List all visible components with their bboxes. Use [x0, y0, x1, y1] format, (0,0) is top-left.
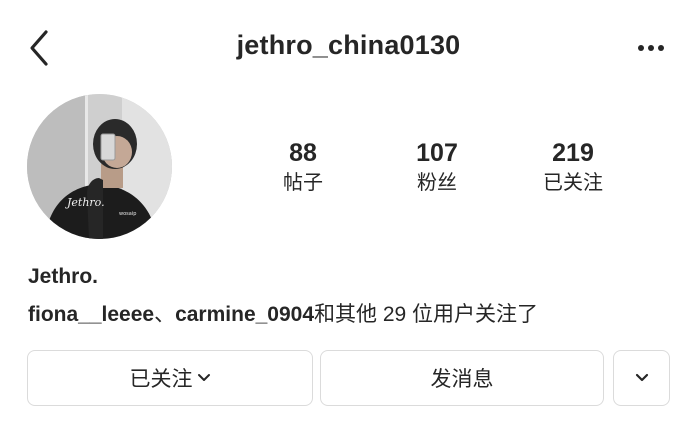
- following-stat[interactable]: 219 已关注: [518, 138, 628, 197]
- more-horizontal-icon: [638, 45, 644, 51]
- message-button-label: 发消息: [430, 368, 494, 391]
- following-button-label: 已关注: [129, 368, 193, 391]
- following-button[interactable]: 已关注: [27, 350, 313, 406]
- chevron-down-icon: [197, 374, 210, 381]
- chevron-down-icon: [635, 373, 648, 382]
- avatar-image: Jethro. wosaip: [27, 94, 172, 239]
- avatar-caption: Jethro.: [65, 196, 105, 209]
- more-options-button[interactable]: [631, 30, 671, 66]
- followed-by-user-2[interactable]: carmine_0904: [175, 303, 314, 326]
- bio-name: Jethro.: [28, 265, 99, 288]
- followed-by-user-1[interactable]: fiona__leeee: [28, 303, 154, 326]
- followed-by-separator: 、: [154, 303, 176, 326]
- followers-count: 107: [416, 139, 458, 167]
- svg-text:wosaip: wosaip: [119, 211, 136, 217]
- posts-count: 88: [289, 139, 317, 167]
- profile-stats: 88 帖子 107 粉丝 219 已关注: [238, 138, 658, 208]
- message-button[interactable]: 发消息: [320, 350, 604, 406]
- posts-label: 帖子: [283, 172, 323, 194]
- following-count: 219: [552, 139, 594, 167]
- avatar[interactable]: Jethro. wosaip: [27, 94, 172, 239]
- profile-username: jethro_china0130: [236, 30, 461, 60]
- suggested-accounts-button[interactable]: [613, 350, 670, 406]
- followers-label: 粉丝: [417, 172, 457, 194]
- following-label: 已关注: [543, 172, 603, 194]
- followed-by-suffix: 和其他 29 位用户关注了: [314, 303, 539, 326]
- followed-by-text[interactable]: fiona__leeee、carmine_0904和其他 29 位用户关注了: [28, 298, 538, 328]
- top-bar: jethro_china0130: [0, 0, 697, 100]
- followers-stat[interactable]: 107 粉丝: [382, 138, 492, 197]
- posts-stat[interactable]: 88 帖子: [248, 138, 358, 197]
